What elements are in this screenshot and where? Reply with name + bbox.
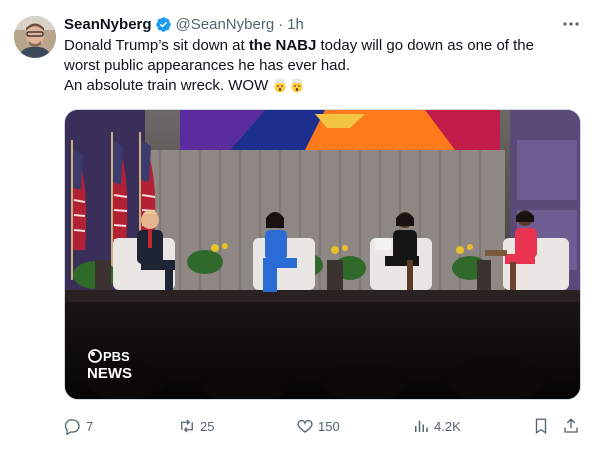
reply-button[interactable]: 7 — [64, 414, 93, 438]
tweet-text: Donald Trump’s sit down at the NABJ toda… — [64, 36, 574, 96]
bookmark-button[interactable] — [532, 414, 550, 438]
text-bold-segment: the NABJ — [248, 37, 317, 54]
retweet-button[interactable]: 25 — [178, 414, 214, 438]
watermark-line-1: PBS — [103, 349, 130, 364]
share-button[interactable] — [562, 414, 580, 438]
exploding-head-emoji — [272, 77, 288, 93]
separator-dot: · — [278, 15, 284, 33]
like-count: 150 — [318, 418, 340, 434]
retweet-icon — [181, 419, 193, 433]
text-segment: An absolute train wreck. WOW — [64, 77, 269, 94]
heart-icon — [297, 419, 313, 433]
author-name[interactable]: SeanNyberg — [64, 16, 152, 33]
tweet-text-line-2: worst public appearances he has ever had… — [64, 57, 351, 74]
views-button[interactable]: 4.2K — [412, 414, 461, 438]
timestamp[interactable]: 1h — [287, 16, 304, 33]
watermark-line-2: NEWS — [87, 365, 132, 382]
reply-count: 7 — [86, 418, 94, 434]
more-dots-icon[interactable] — [561, 14, 581, 34]
tweet-text-line-3: An absolute train wreck. WOW — [64, 76, 574, 96]
like-button[interactable]: 150 — [296, 414, 340, 438]
video-frame: PBS NEWS — [65, 110, 580, 399]
exploding-head-emoji — [289, 77, 305, 93]
tweet-media-video[interactable]: PBS NEWS — [64, 109, 581, 400]
tweet-text-line-1: Donald Trump’s sit down at the NABJ toda… — [64, 36, 574, 56]
share-icon — [564, 418, 578, 433]
avatar[interactable] — [14, 16, 56, 58]
views-count: 4.2K — [434, 418, 461, 434]
reply-icon — [64, 419, 80, 435]
avatar-image — [14, 16, 56, 58]
bookmark-icon — [535, 418, 547, 435]
retweet-count: 25 — [200, 418, 215, 434]
tweet-actions: 7 25 150 4.2K — [64, 414, 584, 438]
verified-badge-icon — [155, 16, 172, 33]
views-icon — [415, 420, 428, 432]
tweet[interactable]: SeanNyberg @SeanNyberg · 1h Donald Trump… — [0, 0, 595, 452]
text-segment: Donald Trump’s sit down at — [64, 37, 249, 54]
text-segment: today will go down as one of the — [316, 37, 534, 54]
tweet-header: SeanNyberg @SeanNyberg · 1h — [64, 14, 304, 34]
author-handle[interactable]: @SeanNyberg — [176, 16, 275, 33]
